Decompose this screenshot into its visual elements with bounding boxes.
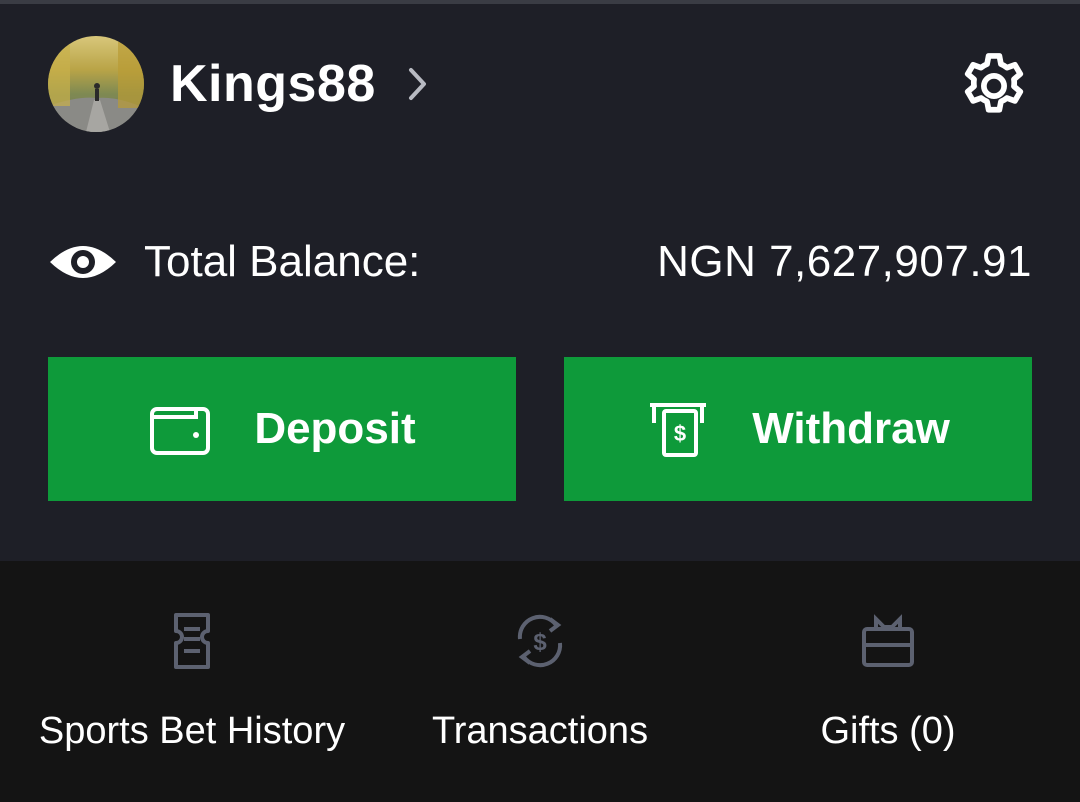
wallet-icon — [150, 407, 211, 455]
chevron-right-icon[interactable] — [406, 66, 430, 102]
atm-cash-icon: $ — [650, 403, 707, 457]
svg-text:$: $ — [533, 629, 547, 656]
deposit-button[interactable]: Deposit — [48, 357, 516, 501]
menu-label-sports-bet-history: Sports Bet History — [38, 710, 346, 752]
username[interactable]: Kings88 — [170, 54, 376, 114]
account-menu: Sports Bet History $ Transactions Gifts … — [0, 561, 1080, 802]
withdraw-button[interactable]: $ Withdraw — [564, 357, 1032, 501]
ticket-icon — [174, 613, 210, 669]
balance-amount: NGN 7,627,907.91 — [657, 237, 1032, 286]
account-header: Kings88 Total Balance: NGN 7,627,907.91 … — [0, 4, 1080, 561]
eye-icon[interactable] — [48, 238, 118, 286]
money-exchange-icon: $ — [517, 614, 563, 668]
menu-item-gifts[interactable]: Gifts (0) — [718, 609, 1058, 761]
menu-item-transactions[interactable]: $ Transactions — [370, 609, 710, 761]
gift-icon — [862, 614, 914, 667]
avatar[interactable] — [48, 36, 144, 132]
menu-label-transactions: Transactions — [431, 710, 649, 752]
deposit-label: Deposit — [254, 404, 416, 453]
menu-label-gifts: Gifts (0) — [820, 710, 956, 752]
profile-link[interactable]: Kings88 — [48, 36, 430, 132]
svg-text:$: $ — [674, 421, 686, 446]
gear-icon[interactable] — [956, 48, 1032, 124]
withdraw-label: Withdraw — [752, 404, 950, 453]
balance-row: Total Balance: NGN 7,627,907.91 — [48, 230, 1032, 294]
menu-item-sports-bet-history[interactable]: Sports Bet History — [22, 609, 362, 761]
balance-label: Total Balance: — [144, 237, 421, 286]
